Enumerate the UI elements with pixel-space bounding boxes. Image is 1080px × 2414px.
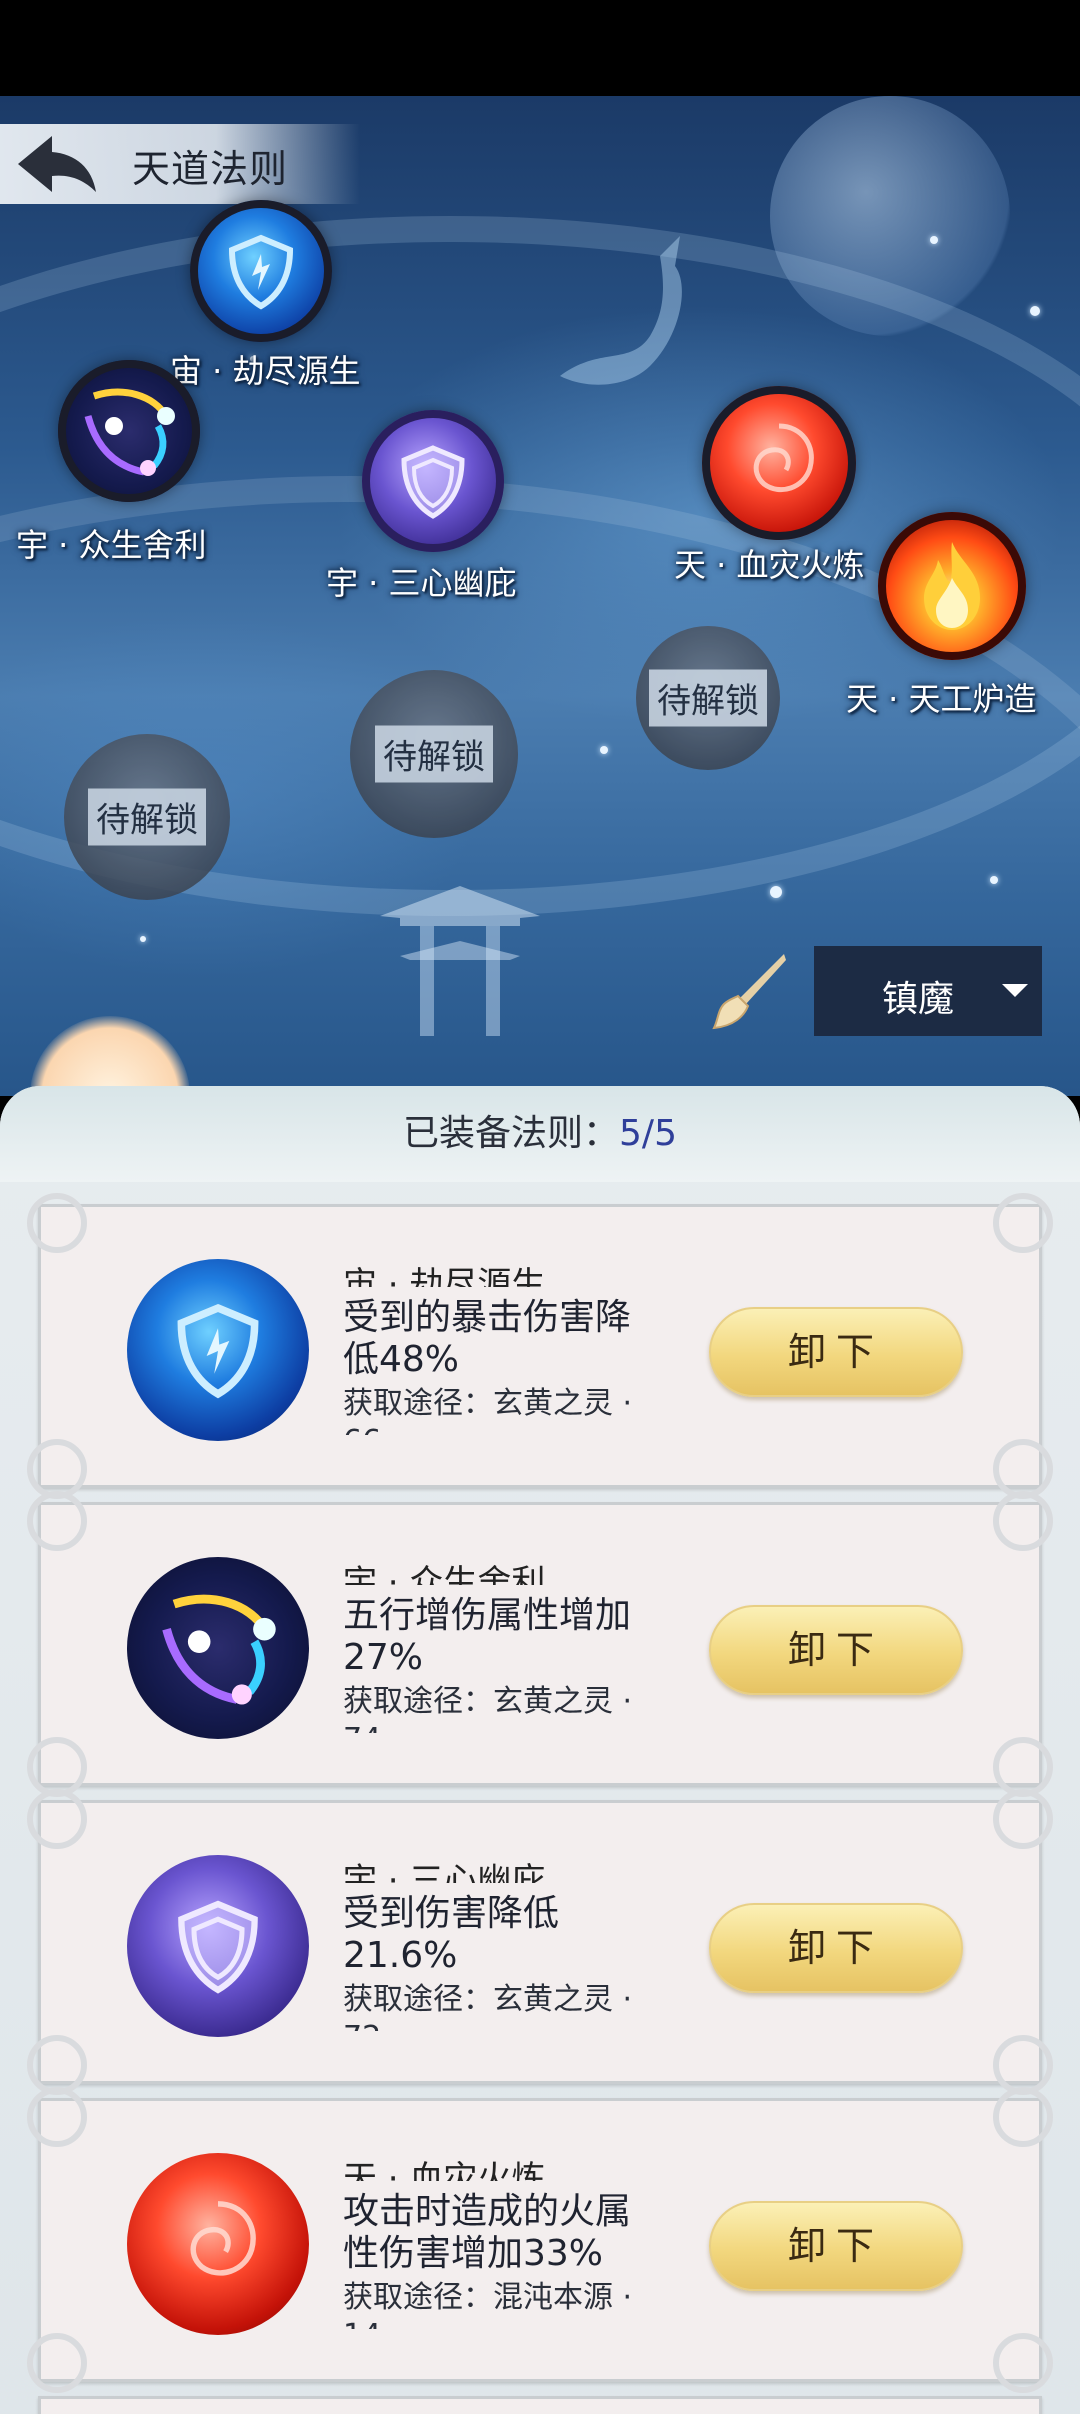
card-corner-ornament — [27, 1193, 87, 1253]
card-corner-ornament — [993, 2333, 1053, 2393]
card-corner-ornament — [27, 2087, 87, 2147]
status-bar — [0, 0, 1080, 96]
skill-node-sanxin-youbi[interactable] — [362, 410, 504, 552]
swirl-icon — [753, 423, 814, 493]
star — [140, 936, 146, 942]
skill-name: 宇 · 众生舍利 — [343, 1563, 546, 1585]
locked-slot[interactable]: 待解锁 — [64, 734, 230, 900]
star — [990, 876, 998, 884]
skill-description: 五行增伤属性增加27% — [343, 1595, 632, 1678]
equipped-panel-title: 已装备法则：5/5 — [0, 1104, 1080, 1156]
card-corner-ornament — [993, 1491, 1053, 1551]
skill-description: 受到的暴击伤害降低48% — [343, 1297, 632, 1380]
locked-slot[interactable]: 待解锁 — [636, 626, 780, 770]
skill-node-jiejin-yuansheng[interactable] — [190, 200, 332, 342]
skill-node-label: 宇 · 众生舍利 — [16, 526, 207, 564]
equipped-card: 宙 · 劫尽源生 受到的暴击伤害降低48% 获取途径：玄黄之灵 · 66 卸下 — [27, 1193, 1053, 1499]
skill-icon — [127, 1259, 309, 1441]
skill-node-label: 天 · 天工炉造 — [846, 680, 1037, 718]
star — [600, 746, 608, 754]
card-text: 天 · 血灾火炼 攻击时造成的火属性伤害增加33% 获取途径：混沌本源 · 14 — [343, 2157, 663, 2353]
brush-icon[interactable] — [706, 950, 788, 1032]
card-corner-ornament — [993, 1737, 1053, 1797]
card-text: 宙 · 劫尽源生 受到的暴击伤害降低48% 获取途径：玄黄之灵 · 66 — [343, 1263, 663, 1459]
locked-label: 待解锁 — [88, 788, 206, 846]
page-title: 天道法则 — [132, 147, 289, 191]
whale-silhouette — [560, 236, 682, 385]
unload-button[interactable]: 卸下 — [709, 1307, 963, 1397]
skill-node-zhongsheng-sheli[interactable] — [58, 360, 200, 502]
equipped-card-partial — [38, 2396, 1042, 2414]
shield-icon — [401, 445, 465, 519]
flame-icon — [924, 542, 980, 630]
comet-icon — [162, 1594, 276, 1705]
shield-icon — [178, 1900, 258, 1994]
card-corner-ornament — [993, 1439, 1053, 1499]
skill-node-tiangong-luzao[interactable] — [878, 512, 1026, 660]
palace-silhouette — [380, 886, 540, 1036]
card-corner-ornament — [993, 2087, 1053, 2147]
card-corner-ornament — [27, 1439, 87, 1499]
back-arrow-icon[interactable] — [14, 132, 98, 196]
shield-icon — [228, 234, 294, 310]
filter-dropdown-label: 镇魔 — [882, 979, 955, 1020]
card-corner-ornament — [993, 1193, 1053, 1253]
filter-dropdown[interactable]: 镇魔 — [814, 946, 1042, 1036]
skill-description: 受到伤害降低21.6% — [343, 1893, 560, 1976]
comet-icon — [84, 388, 175, 476]
equipped-title-prefix: 已装备法则： — [403, 1113, 620, 1154]
skill-node-xuezai-huolian[interactable] — [702, 386, 856, 540]
skill-node-label: 宙 · 劫尽源生 — [170, 352, 361, 390]
skill-source: 获取途径：玄黄之灵 · 66 — [343, 1386, 633, 1435]
locked-label: 待解锁 — [375, 725, 493, 783]
card-corner-ornament — [27, 1491, 87, 1551]
skill-icon — [127, 1557, 309, 1739]
equipped-card: 宇 · 众生舍利 五行增伤属性增加27% 获取途径：玄黄之灵 · 74 卸下 — [27, 1491, 1053, 1797]
card-corner-ornament — [993, 1789, 1053, 1849]
unload-button[interactable]: 卸下 — [709, 1903, 963, 1993]
star — [770, 886, 782, 898]
skill-source: 获取途径：玄黄之灵 · 74 — [343, 1684, 633, 1733]
card-corner-ornament — [27, 1737, 87, 1797]
card-corner-ornament — [27, 2035, 87, 2095]
card-text: 宇 · 三心幽庇 受到伤害降低21.6% 获取途径：玄黄之灵 · 72 — [343, 1859, 663, 2055]
skill-name: 宇 · 三心幽庇 — [343, 1861, 546, 1883]
unload-button[interactable]: 卸下 — [709, 2201, 963, 2291]
skill-node-label: 天 · 血灾火炼 — [674, 546, 865, 584]
skill-name: 天 · 血灾火炼 — [343, 2159, 546, 2181]
skill-icon — [127, 2153, 309, 2335]
locked-label: 待解锁 — [649, 669, 767, 727]
chevron-down-icon — [1002, 984, 1028, 997]
equipped-card: 宇 · 三心幽庇 受到伤害降低21.6% 获取途径：玄黄之灵 · 72 卸下 — [27, 1789, 1053, 2095]
star — [930, 236, 938, 244]
card-corner-ornament — [993, 2035, 1053, 2095]
skill-source: 获取途径：混沌本源 · 14 — [343, 2280, 633, 2329]
unload-button[interactable]: 卸下 — [709, 1605, 963, 1695]
card-corner-ornament — [27, 1789, 87, 1849]
equipped-card: 天 · 血灾火炼 攻击时造成的火属性伤害增加33% 获取途径：混沌本源 · 14… — [27, 2087, 1053, 2393]
skill-source: 获取途径：玄黄之灵 · 72 — [343, 1982, 633, 2031]
star — [1030, 306, 1040, 316]
card-text: 宇 · 众生舍利 五行增伤属性增加27% 获取途径：玄黄之灵 · 74 — [343, 1561, 663, 1757]
equipped-count: 5/5 — [619, 1113, 677, 1154]
swirl-icon — [190, 2201, 256, 2276]
shield-icon — [177, 1303, 259, 1399]
skill-node-label: 宇 · 三心幽庇 — [326, 564, 517, 602]
skill-description: 攻击时造成的火属性伤害增加33% — [343, 2191, 632, 2274]
skill-icon — [127, 1855, 309, 2037]
card-corner-ornament — [27, 2333, 87, 2393]
skill-name: 宙 · 劫尽源生 — [343, 1265, 546, 1287]
locked-slot[interactable]: 待解锁 — [350, 670, 518, 838]
